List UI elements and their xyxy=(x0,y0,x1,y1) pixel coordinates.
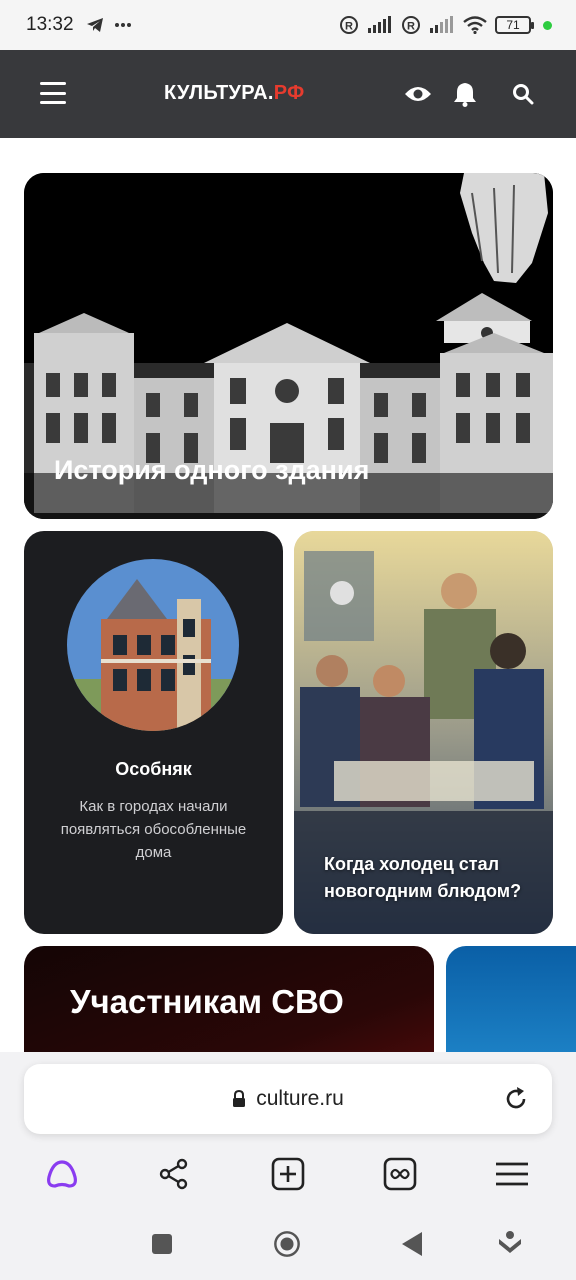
share-icon[interactable] xyxy=(156,1156,192,1192)
registered-icon: R xyxy=(401,15,421,35)
reload-icon[interactable] xyxy=(502,1085,530,1113)
telegram-icon xyxy=(86,17,104,33)
alice-icon[interactable] xyxy=(44,1156,80,1192)
system-nav-bar xyxy=(0,1202,576,1280)
browser-toolbar: culture.ru xyxy=(0,1052,576,1202)
wifi-icon xyxy=(463,16,487,34)
bell-icon[interactable] xyxy=(449,78,481,110)
svo-title: Участникам СВО xyxy=(70,983,344,1020)
tabs-icon[interactable] xyxy=(382,1156,418,1192)
card-mansion[interactable]: Особняк Как в городах начали появляться … xyxy=(24,531,283,934)
logo-main: КУЛЬТУРА. xyxy=(164,82,274,104)
lock-icon xyxy=(232,1090,246,1108)
home-circle-icon[interactable] xyxy=(273,1230,301,1258)
status-time: 13:32 xyxy=(26,14,74,35)
svg-text:R: R xyxy=(407,21,415,33)
battery-level: 71 xyxy=(506,18,520,32)
mansion-title: Особняк xyxy=(115,759,192,779)
mansion-photo xyxy=(67,559,239,731)
logo-accent: РФ xyxy=(273,82,305,104)
url-text: culture.ru xyxy=(256,1087,344,1110)
menu-icon[interactable] xyxy=(40,82,66,104)
svg-text:R: R xyxy=(345,21,353,33)
registered-icon: R xyxy=(339,15,359,35)
new-tab-icon[interactable] xyxy=(270,1156,306,1192)
eye-icon[interactable] xyxy=(402,78,434,110)
browser-bottom-toolbar xyxy=(0,1146,576,1202)
back-triangle-icon[interactable] xyxy=(398,1230,426,1258)
signal-icon xyxy=(429,16,455,34)
site-logo[interactable]: КУЛЬТУРА.РФ xyxy=(164,82,304,105)
assistant-icon[interactable] xyxy=(496,1230,524,1258)
card-building-history[interactable]: История одного здания xyxy=(24,173,553,519)
site-header: КУЛЬТУРА.РФ xyxy=(0,50,576,138)
address-bar[interactable]: culture.ru xyxy=(24,1064,552,1134)
menu-icon[interactable] xyxy=(494,1156,530,1192)
content-feed[interactable]: История одного здания Особняк Как в горо… xyxy=(0,138,576,1052)
privacy-indicator xyxy=(543,20,552,30)
holodets-title: Когда холодец стал новогодним блюдом? xyxy=(324,854,522,901)
mansion-description: Как в городах начали появляться обособле… xyxy=(60,798,247,861)
card-holodets[interactable]: Когда холодец стал новогодним блюдом? xyxy=(294,531,553,934)
signal-icon xyxy=(367,16,393,34)
search-icon[interactable] xyxy=(507,78,539,110)
more-dots-icon xyxy=(114,22,132,28)
status-bar: 13:32 R R 71 xyxy=(0,0,576,50)
card-next-partial[interactable] xyxy=(446,946,576,1052)
recents-square-icon[interactable] xyxy=(148,1230,176,1258)
card-svo[interactable]: Участникам СВО xyxy=(24,946,434,1052)
hero-title: История одного здания xyxy=(54,455,370,485)
battery-icon: 71 xyxy=(495,16,534,34)
